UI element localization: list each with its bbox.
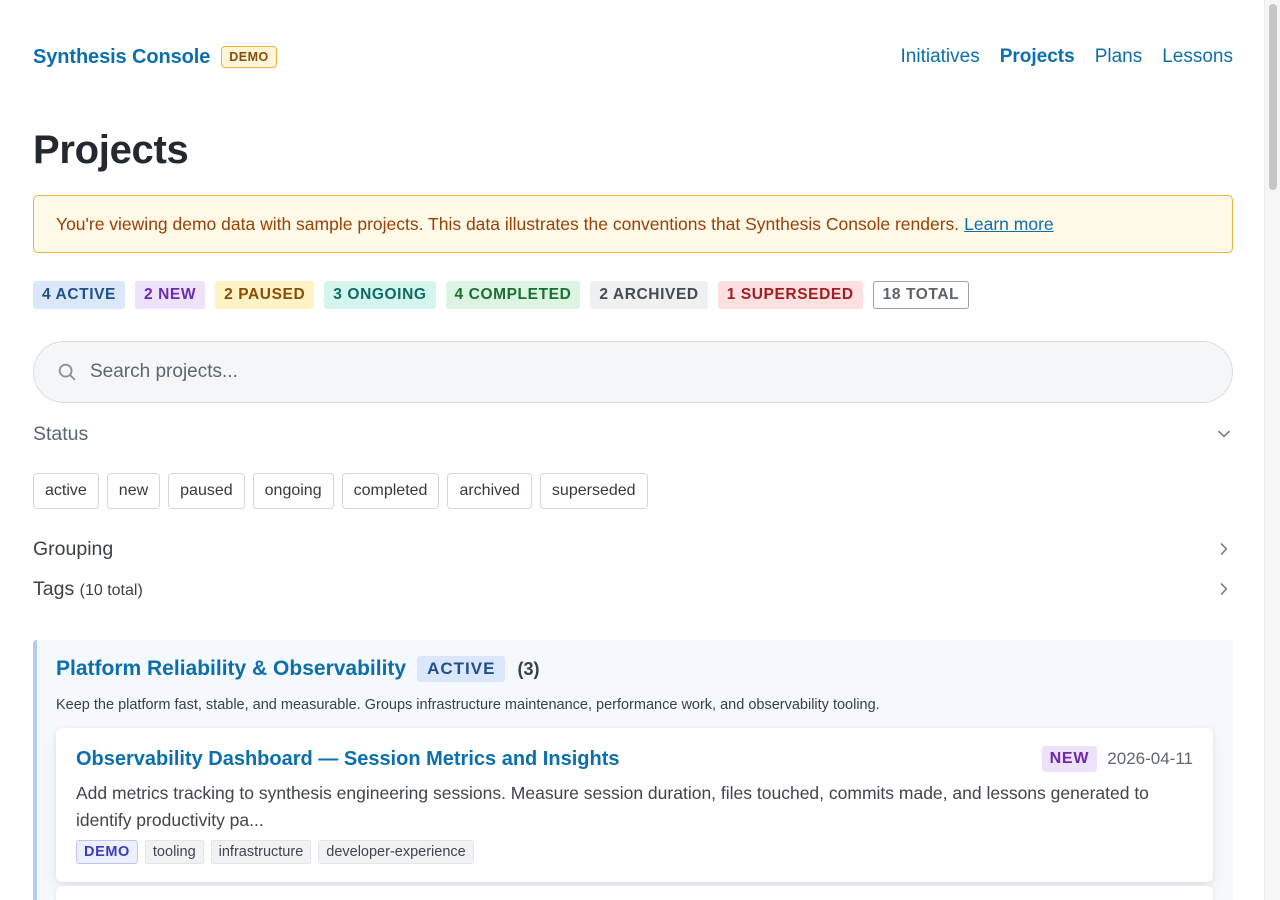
grouping-filter-label: Grouping — [33, 537, 114, 560]
main-nav: Initiatives Projects Plans Lessons — [901, 46, 1234, 68]
demo-notice: You're viewing demo data with sample pro… — [33, 195, 1233, 253]
nav-lessons[interactable]: Lessons — [1162, 46, 1233, 68]
status-filter-header[interactable]: Status — [33, 420, 1233, 448]
initiative-group: Platform Reliability & Observability ACT… — [33, 640, 1233, 900]
project-date: 2026-04-11 — [1107, 749, 1193, 768]
status-option-new[interactable]: new — [106, 473, 161, 509]
tag-tooling[interactable]: tooling — [144, 840, 204, 864]
search-box — [33, 341, 1233, 403]
search-icon — [58, 363, 76, 381]
status-option-paused[interactable]: paused — [168, 473, 245, 509]
initiative-group-header: Platform Reliability & Observability ACT… — [56, 656, 539, 682]
tag-developer-experience[interactable]: developer-experience — [318, 840, 474, 864]
tags-filter-label-wrap: Tags (10 total) — [33, 578, 143, 601]
count-new: 2 NEW — [135, 281, 206, 309]
status-option-superseded[interactable]: superseded — [539, 473, 648, 509]
demo-badge: DEMO — [221, 46, 277, 68]
count-archived: 2 ARCHIVED — [590, 281, 708, 309]
tag-infrastructure[interactable]: infrastructure — [210, 840, 312, 864]
count-active: 4 ACTIVE — [33, 281, 125, 309]
count-paused: 2 PAUSED — [215, 281, 315, 309]
top-bar: Synthesis Console DEMO Initiatives Proje… — [33, 40, 1233, 74]
project-card[interactable]: Observability Dashboard — Session Metric… — [56, 728, 1213, 882]
project-description: Add metrics tracking to synthesis engine… — [76, 783, 1149, 830]
count-completed: 4 COMPLETED — [445, 281, 581, 309]
initiative-status-badge: ACTIVE — [417, 656, 506, 682]
notice-text: You're viewing demo data with sample pro… — [56, 213, 960, 234]
count-ongoing: 3 ONGOING — [324, 281, 436, 309]
scrollbar[interactable] — [1264, 0, 1280, 900]
brand-title[interactable]: Synthesis Console — [33, 46, 210, 69]
status-counts: 4 ACTIVE 2 NEW 2 PAUSED 3 ONGOING 4 COMP… — [33, 281, 970, 309]
nav-initiatives[interactable]: Initiatives — [901, 46, 980, 68]
status-option-ongoing[interactable]: ongoing — [252, 473, 334, 509]
tags-total-count: (10 total) — [79, 581, 143, 599]
page-title: Projects — [33, 128, 189, 172]
status-filter-label: Status — [33, 422, 89, 445]
learn-more-link[interactable]: Learn more — [964, 214, 1054, 235]
chevron-right-icon — [1220, 583, 1228, 595]
search-input[interactable] — [90, 361, 1190, 383]
nav-projects[interactable]: Projects — [1000, 46, 1075, 68]
status-option-completed[interactable]: completed — [341, 473, 440, 509]
status-option-archived[interactable]: archived — [447, 473, 532, 509]
project-title[interactable]: Observability Dashboard — Session Metric… — [76, 748, 619, 771]
count-total: 18 TOTAL — [872, 281, 970, 309]
tag-demo[interactable]: DEMO — [76, 840, 138, 864]
project-card[interactable] — [56, 886, 1213, 900]
project-status-badge: NEW — [1041, 746, 1098, 772]
tags-filter-label: Tags — [33, 577, 75, 600]
scrollbar-thumb[interactable] — [1269, 4, 1277, 190]
chevron-right-icon — [1220, 543, 1228, 555]
status-option-active[interactable]: active — [33, 473, 99, 509]
project-meta: NEW 2026-04-11 — [1041, 746, 1193, 772]
project-tags: DEMO tooling infrastructure developer-ex… — [76, 840, 474, 864]
initiative-description: Keep the platform fast, stable, and meas… — [56, 697, 880, 713]
initiative-project-count: (3) — [517, 658, 540, 679]
grouping-filter-header[interactable]: Grouping — [33, 535, 1233, 563]
status-filter-options: active new paused ongoing completed arch… — [33, 473, 648, 509]
chevron-down-icon — [1218, 430, 1230, 438]
tags-filter-header[interactable]: Tags (10 total) — [33, 575, 1233, 603]
count-superseded: 1 SUPERSEDED — [717, 281, 863, 309]
brand: Synthesis Console DEMO — [33, 46, 277, 69]
nav-plans[interactable]: Plans — [1095, 46, 1143, 68]
initiative-title[interactable]: Platform Reliability & Observability — [56, 657, 406, 681]
